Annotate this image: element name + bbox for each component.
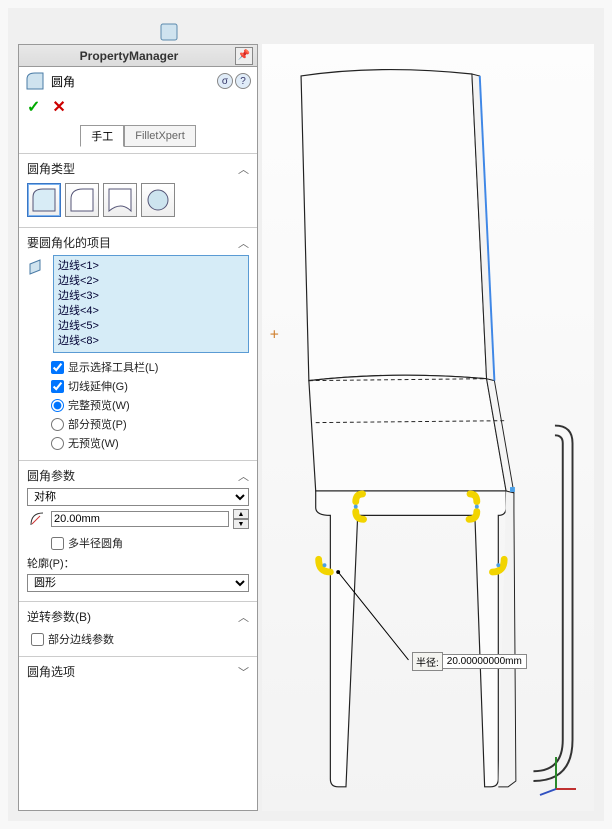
tab-filletxpert[interactable]: FilletXpert xyxy=(124,125,196,147)
section-header-params[interactable]: 圆角参数 ︿ xyxy=(27,467,249,484)
list-item[interactable]: 边线<2> xyxy=(58,274,244,289)
chevron-up-icon: ︿ xyxy=(238,468,249,484)
fillet-type-face-icon[interactable] xyxy=(103,183,137,217)
toolbar-icon[interactable] xyxy=(158,21,180,43)
cancel-button[interactable]: ✕ xyxy=(52,97,65,117)
section-header-reverse[interactable]: 逆转参数(B) ︿ xyxy=(27,608,249,625)
list-item[interactable]: 边线<3> xyxy=(58,289,244,304)
feature-name: 圆角 xyxy=(51,73,75,90)
checkbox-multi-radius[interactable]: 多半径圆角 xyxy=(51,535,249,551)
radius-input[interactable] xyxy=(51,511,229,527)
section-header-options[interactable]: 圆角选项 ﹀ xyxy=(27,663,249,680)
callout-value[interactable]: 20.00000000mm xyxy=(442,654,527,669)
svg-text:+: + xyxy=(270,327,279,344)
help-icon[interactable]: σ xyxy=(217,73,233,89)
edge-selection-list[interactable]: 边线<1>边线<2>边线<3>边线<4>边线<5>边线<8> xyxy=(53,255,249,353)
list-item[interactable]: 边线<5> xyxy=(58,319,244,334)
ok-button[interactable]: ✓ xyxy=(27,97,40,117)
section-header-type[interactable]: 圆角类型 ︿ xyxy=(27,160,249,177)
property-manager-panel: PropertyManager 📌 圆角 σ ? ✓ ✕ 手工 FilletXp… xyxy=(18,44,258,811)
checkbox-show-toolbar[interactable]: 显示选择工具栏(L) xyxy=(51,359,249,375)
view-triad-icon[interactable] xyxy=(532,749,580,797)
mode-tabs: 手工 FilletXpert xyxy=(19,123,257,153)
checkbox-tangent[interactable]: 切线延伸(G) xyxy=(51,378,249,394)
chevron-down-icon: ﹀ xyxy=(238,664,249,680)
radio-full-preview[interactable]: 完整预览(W) xyxy=(51,397,249,413)
fillet-feature-icon xyxy=(25,71,45,91)
help-icon[interactable]: ? xyxy=(235,73,251,89)
fillet-type-icons xyxy=(27,181,249,221)
callout-label: 半径: xyxy=(412,652,443,671)
profile-label: 轮廓(P)： xyxy=(27,555,249,571)
section-header-items[interactable]: 要圆角化的项目 ︿ xyxy=(27,234,249,251)
spin-up-button[interactable]: ▲ xyxy=(233,509,249,519)
tab-manual[interactable]: 手工 xyxy=(80,125,124,147)
radio-no-preview[interactable]: 无预览(W) xyxy=(51,435,249,451)
fillet-type-constant-icon[interactable] xyxy=(27,183,61,217)
profile-select[interactable]: 圆形 xyxy=(27,574,249,592)
list-item[interactable]: 边线<4> xyxy=(58,304,244,319)
fillet-type-full-round-icon[interactable] xyxy=(141,183,175,217)
chevron-up-icon: ︿ xyxy=(238,161,249,177)
radius-icon xyxy=(27,511,47,527)
pin-icon[interactable]: 📌 xyxy=(235,47,253,65)
pm-title: PropertyManager xyxy=(23,49,235,63)
edge-selection-icon xyxy=(27,257,47,353)
checkbox-partial-edge[interactable]: 部分边线参数 xyxy=(31,631,249,647)
spin-down-button[interactable]: ▼ xyxy=(233,519,249,529)
fillet-type-variable-icon[interactable] xyxy=(65,183,99,217)
list-item[interactable]: 边线<8> xyxy=(58,334,244,349)
feature-row: 圆角 σ ? xyxy=(19,67,257,95)
symmetry-select[interactable]: 对称 xyxy=(27,488,249,506)
chevron-up-icon: ︿ xyxy=(238,235,249,251)
list-item[interactable]: 边线<1> xyxy=(58,259,244,274)
graphics-viewport[interactable]: + 半径: 20.00000000mm xyxy=(262,44,594,811)
chevron-up-icon: ︿ xyxy=(238,609,249,625)
radius-callout[interactable]: 半径: 20.00000000mm xyxy=(412,652,527,671)
radio-partial-preview[interactable]: 部分预览(P) xyxy=(51,416,249,432)
